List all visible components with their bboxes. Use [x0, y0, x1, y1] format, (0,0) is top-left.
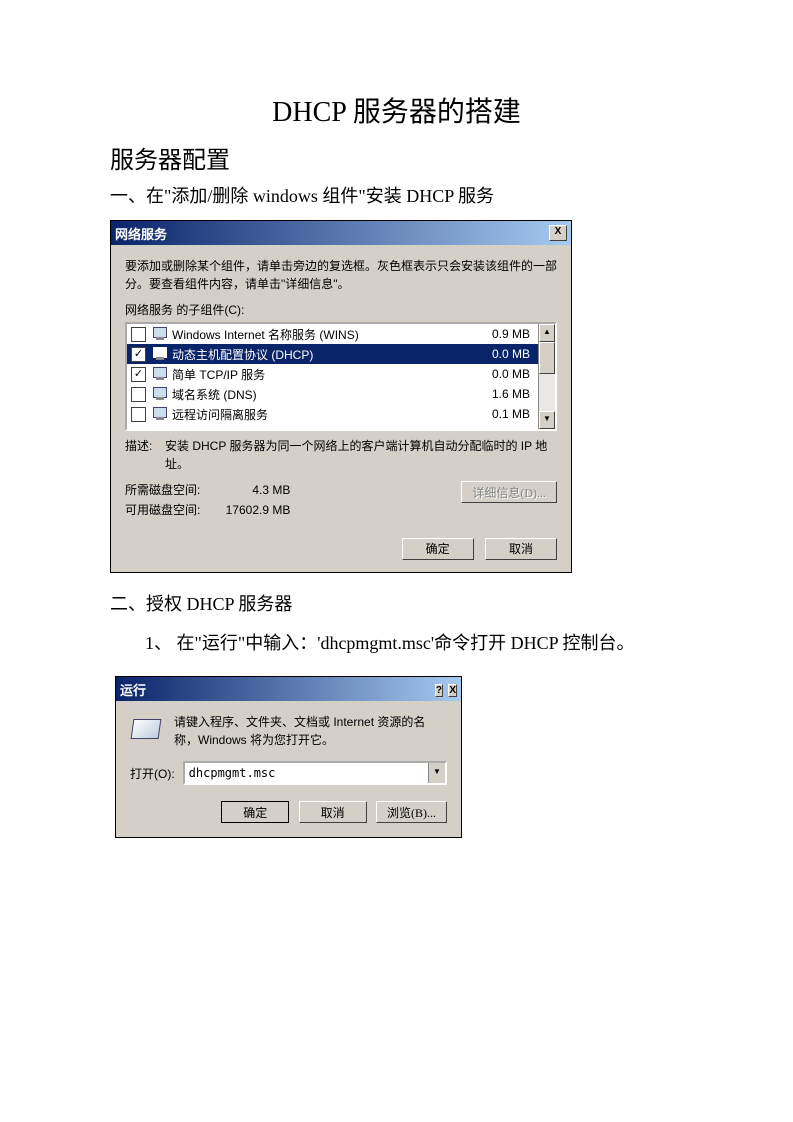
run-prompt-text: 请键入程序、文件夹、文档或 Internet 资源的名称，Windows 将为您…: [174, 713, 447, 749]
computer-icon: [152, 407, 168, 421]
checkbox[interactable]: [131, 407, 146, 422]
run-dialog: 运行 ? X 请键入程序、文件夹、文档或 Internet 资源的名称，Wind…: [115, 676, 462, 838]
item-size: 1.6 MB: [475, 387, 534, 401]
run-icon: [130, 713, 162, 745]
item-label: Windows Internet 名称服务 (WINS): [172, 326, 475, 343]
open-input[interactable]: [185, 763, 428, 783]
section-server-config: 服务器配置: [110, 140, 683, 175]
instruction-text: 要添加或删除某个组件，请单击旁边的复选框。灰色框表示只会安装该组件的一部分。要查…: [125, 257, 557, 293]
computer-icon: [152, 347, 168, 361]
list-item[interactable]: 域名系统 (DNS) 1.6 MB: [127, 384, 538, 404]
step-2-sub-1: 1、 在"运行"中输入：'dhcpmgmt.msc'命令打开 DHCP 控制台。: [145, 625, 683, 661]
step-2-text: 二、授权 DHCP 服务器: [110, 588, 683, 620]
checkbox[interactable]: [131, 367, 146, 382]
components-listbox[interactable]: Windows Internet 名称服务 (WINS) 0.9 MB 动态主机…: [125, 322, 557, 431]
computer-icon: [152, 367, 168, 381]
scroll-up-button[interactable]: ▲: [539, 324, 555, 342]
item-label: 简单 TCP/IP 服务: [172, 366, 475, 383]
subcomponents-label: 网络服务 的子组件(C):: [125, 301, 557, 318]
item-size: 0.0 MB: [475, 347, 534, 361]
available-space-value: 17602.9 MB: [200, 501, 290, 520]
available-space-label: 可用磁盘空间:: [125, 503, 200, 517]
document-title: DHCP 服务器的搭建: [110, 90, 683, 130]
network-services-dialog: 网络服务 X 要添加或删除某个组件，请单击旁边的复选框。灰色框表示只会安装该组件…: [110, 220, 572, 572]
ok-button[interactable]: 确定: [221, 801, 289, 823]
dialog-title: 运行: [120, 680, 146, 699]
required-space-label: 所需磁盘空间:: [125, 483, 200, 497]
list-item[interactable]: 简单 TCP/IP 服务 0.0 MB: [127, 364, 538, 384]
item-size: 0.9 MB: [475, 327, 534, 341]
checkbox[interactable]: [131, 347, 146, 362]
list-item[interactable]: 远程访问隔离服务 0.1 MB: [127, 404, 538, 424]
help-button[interactable]: ?: [435, 684, 443, 697]
item-size: 0.1 MB: [475, 407, 534, 421]
open-combobox[interactable]: ▼: [183, 761, 447, 785]
browse-button[interactable]: 浏览(B)...: [376, 801, 447, 823]
details-button: 详细信息(D)...: [461, 481, 557, 503]
computer-icon: [152, 387, 168, 401]
cancel-button[interactable]: 取消: [299, 801, 367, 823]
open-label: 打开(O):: [130, 765, 175, 782]
required-space-value: 4.3 MB: [200, 481, 290, 500]
checkbox[interactable]: [131, 327, 146, 342]
close-button[interactable]: X: [549, 225, 567, 241]
titlebar[interactable]: 网络服务 X: [111, 221, 571, 245]
dropdown-button[interactable]: ▼: [428, 763, 445, 783]
scrollbar[interactable]: ▲ ▼: [538, 324, 555, 429]
description-text: 安装 DHCP 服务器为同一个网络上的客户端计算机自动分配临时的 IP 地址。: [165, 437, 557, 473]
item-label: 域名系统 (DNS): [172, 386, 475, 403]
dialog-title: 网络服务: [115, 224, 167, 243]
item-label: 远程访问隔离服务: [172, 406, 475, 423]
cancel-button[interactable]: 取消: [485, 538, 557, 560]
item-label: 动态主机配置协议 (DHCP): [172, 346, 475, 363]
ok-button[interactable]: 确定: [402, 538, 474, 560]
item-size: 0.0 MB: [475, 367, 534, 381]
scroll-down-button[interactable]: ▼: [539, 411, 555, 429]
computer-icon: [152, 327, 168, 341]
step-1-text: 一、在"添加/删除 windows 组件"安装 DHCP 服务: [110, 180, 683, 212]
list-item[interactable]: 动态主机配置协议 (DHCP) 0.0 MB: [127, 344, 538, 364]
checkbox[interactable]: [131, 387, 146, 402]
scroll-thumb[interactable]: [539, 342, 555, 374]
list-item[interactable]: Windows Internet 名称服务 (WINS) 0.9 MB: [127, 324, 538, 344]
titlebar[interactable]: 运行 ? X: [116, 677, 461, 701]
close-button[interactable]: X: [448, 684, 457, 697]
description-label: 描述:: [125, 437, 165, 473]
